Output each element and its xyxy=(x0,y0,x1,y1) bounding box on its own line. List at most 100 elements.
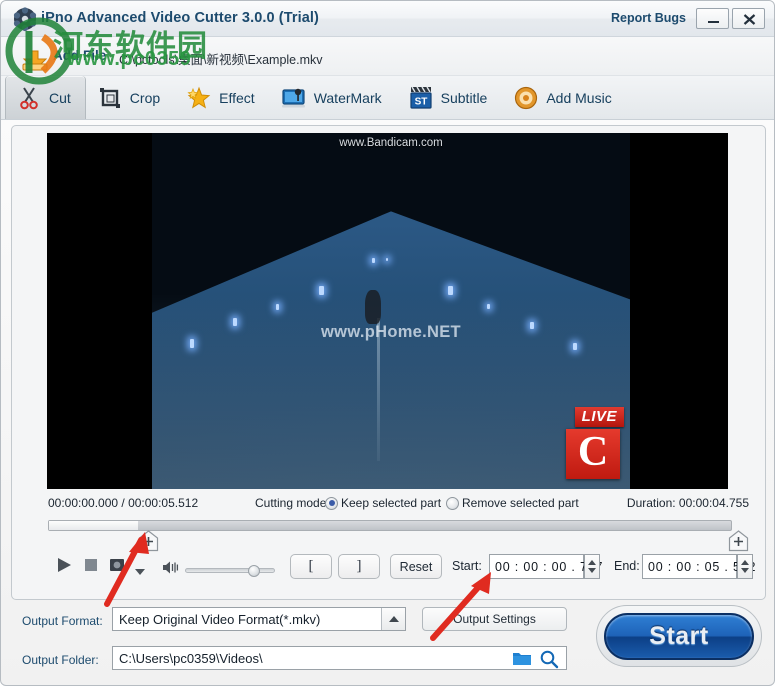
time-readout: 00:00:00.000 / 00:00:05.512 xyxy=(48,496,198,510)
folder-icon[interactable] xyxy=(512,650,532,672)
add-file-path: C:\pctools\桌面\新视频\Example.mkv xyxy=(119,49,323,68)
range-handle-icon xyxy=(728,530,749,552)
channel-logo: C xyxy=(566,429,620,479)
crop-icon xyxy=(97,85,123,111)
transport-controls: [ ] Reset Start: 00 : 00 : 00 . 757 End:… xyxy=(12,554,765,588)
mark-out-label: ] xyxy=(357,558,362,575)
snapshot-button[interactable] xyxy=(108,556,126,579)
svg-text:ST: ST xyxy=(414,96,427,107)
playback-info-row: 00:00:00.000 / 00:00:05.512 Cutting mode… xyxy=(12,494,765,514)
tab-subtitle-label: Subtitle xyxy=(441,90,488,106)
title-bar: iPno Advanced Video Cutter 3.0.0 (Trial)… xyxy=(1,1,774,37)
volume-slider[interactable] xyxy=(185,568,275,573)
radio-keep-selected-part[interactable]: Keep selected part xyxy=(325,496,441,510)
end-time-input[interactable]: 00 : 00 : 05 . 512 xyxy=(642,554,737,579)
report-bugs-link[interactable]: Report Bugs xyxy=(611,11,686,25)
output-panel: Output Format: Keep Original Video Forma… xyxy=(11,602,766,680)
start-time-stepper[interactable] xyxy=(584,554,600,579)
stepper-up-icon[interactable] xyxy=(588,560,596,565)
watermark-icon xyxy=(281,85,307,111)
window-title: iPno Advanced Video Cutter 3.0.0 (Trial) xyxy=(41,10,319,26)
output-folder-label: Output Folder: xyxy=(22,653,99,667)
volume-knob[interactable] xyxy=(248,565,260,577)
stop-button[interactable] xyxy=(82,556,100,579)
start-button-label: Start xyxy=(649,622,708,651)
output-folder-input[interactable]: C:\Users\pc0359\Videos\ xyxy=(112,646,567,670)
chevron-up-icon[interactable] xyxy=(381,608,405,630)
chevron-down-icon xyxy=(134,568,146,576)
live-badge: LIVE C xyxy=(552,407,624,481)
play-button[interactable] xyxy=(55,556,73,579)
sparkle-star-icon xyxy=(186,85,212,111)
scene-light xyxy=(319,286,324,295)
minimize-button[interactable] xyxy=(696,8,729,29)
tab-bar: Cut Crop Effect xyxy=(1,76,774,120)
scene-light xyxy=(372,258,375,263)
radio-keep-label: Keep selected part xyxy=(341,496,441,510)
speaker-icon xyxy=(162,560,180,575)
music-disc-icon xyxy=(513,85,539,111)
stepper-up-icon[interactable] xyxy=(741,560,749,565)
scene-figure xyxy=(365,290,381,324)
editor-panel: www.Bandicam.com www.pHome.NET LIVE C 00… xyxy=(11,125,766,600)
output-folder-value: C:\Users\pc0359\Videos\ xyxy=(113,651,263,666)
close-icon xyxy=(733,9,766,30)
start-time-label: Start: xyxy=(452,559,482,573)
tab-subtitle[interactable]: ST Subtitle xyxy=(397,76,503,119)
minimize-icon xyxy=(697,9,730,30)
scene-light xyxy=(573,343,577,350)
live-label: LIVE xyxy=(575,407,624,427)
scissors-icon xyxy=(16,85,42,111)
add-file-label[interactable]: Add File xyxy=(53,48,106,63)
timeline-selection xyxy=(49,521,138,530)
mark-in-button[interactable]: [ xyxy=(290,554,332,579)
stepper-down-icon[interactable] xyxy=(588,568,596,573)
tab-crop-label: Crop xyxy=(130,90,160,106)
application-window: iPno Advanced Video Cutter 3.0.0 (Trial)… xyxy=(0,0,775,686)
output-settings-button[interactable]: Output Settings xyxy=(422,607,567,631)
snapshot-menu-button[interactable] xyxy=(134,563,146,581)
scene-light xyxy=(386,258,388,261)
timeline-handle-right[interactable] xyxy=(728,530,749,552)
scene-light xyxy=(487,304,490,309)
recorder-watermark: www.Bandicam.com xyxy=(152,137,630,149)
end-time-label: End: xyxy=(614,559,640,573)
timeline-handle-left[interactable] xyxy=(138,530,159,552)
tab-effect[interactable]: Effect xyxy=(175,76,270,119)
tab-add-music[interactable]: Add Music xyxy=(502,76,626,119)
stepper-down-icon[interactable] xyxy=(741,568,749,573)
channel-letter: C xyxy=(578,431,608,473)
end-time-stepper[interactable] xyxy=(737,554,753,579)
add-file-icon[interactable] xyxy=(18,39,52,73)
reset-button[interactable]: Reset xyxy=(390,554,442,579)
tab-cut[interactable]: Cut xyxy=(5,76,86,119)
mark-out-button[interactable]: ] xyxy=(338,554,380,579)
duration-readout: Duration: 00:00:04.755 xyxy=(627,496,749,510)
output-settings-label: Output Settings xyxy=(453,612,536,626)
stop-icon xyxy=(82,556,100,574)
start-button-inner: Start xyxy=(604,613,754,660)
cutting-mode-label: Cutting mode: xyxy=(255,496,330,510)
search-icon[interactable] xyxy=(539,649,559,674)
snapshot-icon xyxy=(108,556,126,574)
tab-effect-label: Effect xyxy=(219,90,255,106)
tab-crop[interactable]: Crop xyxy=(86,76,175,119)
volume-button[interactable] xyxy=(162,560,180,580)
output-format-select[interactable]: Keep Original Video Format(*.mkv) xyxy=(112,607,406,631)
radio-dot-icon xyxy=(325,497,338,510)
output-format-label: Output Format: xyxy=(22,614,103,628)
play-icon xyxy=(55,556,73,574)
mark-in-label: [ xyxy=(309,558,314,575)
close-button[interactable] xyxy=(732,8,765,29)
scene-light xyxy=(276,304,279,310)
video-preview-area: www.Bandicam.com www.pHome.NET LIVE C xyxy=(47,133,728,489)
start-button[interactable]: Start xyxy=(596,605,762,667)
reset-label: Reset xyxy=(400,560,433,574)
radio-remove-selected-part[interactable]: Remove selected part xyxy=(446,496,579,510)
radio-remove-label: Remove selected part xyxy=(462,496,579,510)
start-time-input[interactable]: 00 : 00 : 00 . 757 xyxy=(489,554,584,579)
range-handle-icon xyxy=(138,530,159,552)
video-frame[interactable]: www.Bandicam.com www.pHome.NET LIVE C xyxy=(152,133,630,489)
tab-watermark[interactable]: WaterMark xyxy=(270,76,397,119)
subtitle-icon: ST xyxy=(408,85,434,111)
